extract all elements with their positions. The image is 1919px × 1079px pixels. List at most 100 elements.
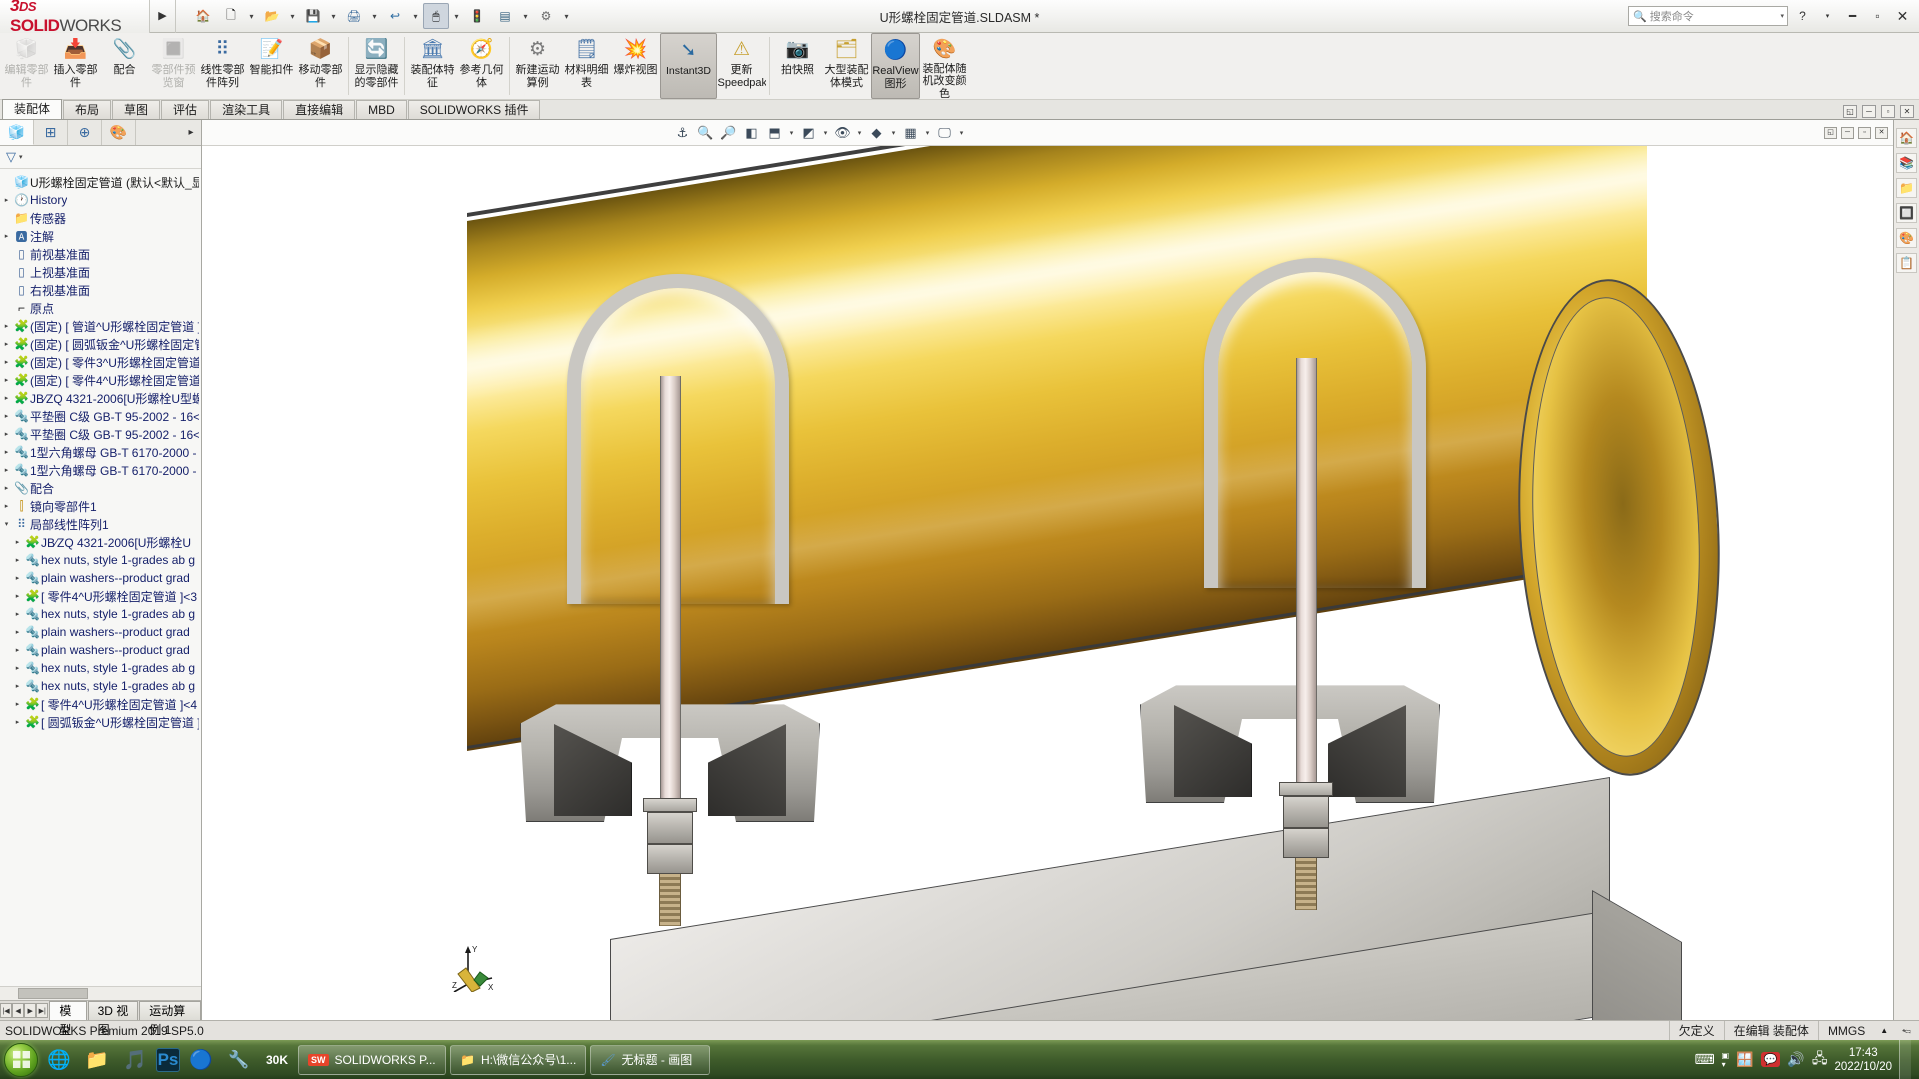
ribbon-move-component[interactable]: 📦 移动零部件 [296, 33, 345, 99]
ribbon-instant3d[interactable]: ➘ Instant3D [660, 33, 717, 99]
tab-layout[interactable]: 布局 [63, 100, 112, 119]
search-caret-icon[interactable]: ▾ [1780, 12, 1787, 20]
units-caret-icon[interactable]: ▲ [1874, 1021, 1894, 1041]
zoom-area-icon[interactable]: 🔍 [695, 122, 716, 143]
hide-show-caret-icon[interactable]: ▾ [855, 129, 864, 137]
menu-expand-arrow[interactable]: ▶ [150, 0, 176, 33]
tree-toggle-icon[interactable]: ▸ [0, 340, 13, 348]
tree-toggle-icon[interactable]: ▸ [0, 394, 13, 402]
maximize-button[interactable]: ▫ [1867, 6, 1888, 27]
taskbar-item-solidworks[interactable]: SW SOLIDWORKS P... [298, 1044, 446, 1075]
bottom-tab-motion-study[interactable]: 运动算例 1 [139, 1001, 202, 1037]
rebuild-icon[interactable]: 🚦 [464, 3, 490, 29]
tab-sketch[interactable]: 草图 [112, 100, 161, 119]
tree-item[interactable]: ▸ 📎 配合 [0, 479, 201, 497]
save-caret-icon[interactable]: ▾ [328, 12, 339, 21]
status-units[interactable]: MMGS [1817, 1020, 1874, 1041]
ribbon-realview-graphics[interactable]: 🔵 RealView图形 [871, 33, 920, 99]
tree-toggle-icon[interactable]: ▸ [11, 574, 24, 582]
tree-toggle-icon[interactable]: ▸ [11, 664, 24, 672]
tool-icon[interactable]: 🔧 [222, 1044, 256, 1076]
photoshop-icon[interactable]: Ps [156, 1047, 180, 1072]
tree-toggle-icon[interactable]: ▸ [11, 610, 24, 618]
tree-toggle-icon[interactable]: ▸ [0, 430, 13, 438]
tree-toggle-icon[interactable]: ▸ [0, 448, 13, 456]
show-desktop-button[interactable] [1899, 1040, 1911, 1079]
undo-icon[interactable]: ↩ [382, 3, 408, 29]
editor-icon[interactable]: 🖘 [1894, 1021, 1919, 1041]
tree-toggle-icon[interactable]: ▸ [11, 700, 24, 708]
tab-render-tools[interactable]: 渲染工具 [210, 100, 283, 119]
tree-item[interactable]: ▸ 🔩 plain washers--product grad [0, 623, 201, 641]
apply-scene-icon[interactable]: ▦ [900, 122, 921, 143]
new-doc-caret-icon[interactable]: ▾ [246, 12, 257, 21]
pane-expand-icon[interactable]: ▸ [181, 120, 201, 145]
ribbon-edit-component[interactable]: 🧊 编辑零部件 [2, 33, 51, 99]
filter-caret-icon[interactable]: ▾ [19, 153, 23, 161]
file-explorer-icon[interactable]: 📁 [1896, 178, 1917, 198]
volume-icon[interactable]: 🔊 [1787, 1051, 1804, 1068]
ribbon-large-assembly-mode[interactable]: 🗂 大型装配体模式 [822, 33, 871, 99]
browser-icon[interactable]: 🔵 [184, 1044, 218, 1076]
select-caret-icon[interactable]: ▾ [451, 12, 462, 21]
tree-item[interactable]: ▸🧩(固定) [ 圆弧钣金^U形螺栓固定管道 [0, 335, 201, 353]
new-doc-icon[interactable]: 🗋 [218, 3, 244, 29]
taskbar-clock[interactable]: 17:43 2022/10/20 [1834, 1046, 1892, 1074]
tree-toggle-icon[interactable]: ▸ [0, 232, 13, 240]
tree-toggle-icon[interactable]: ▸ [11, 556, 24, 564]
search-input[interactable]: 🔍 搜索命令 ▾ [1628, 6, 1788, 26]
custom-properties-icon[interactable]: 📋 [1896, 253, 1917, 273]
ribbon-bill-of-materials[interactable]: 🗒 材料明细表 [562, 33, 611, 99]
last-tab-icon[interactable]: ▶| [36, 1003, 49, 1018]
ie-icon[interactable]: 🌐 [42, 1044, 76, 1076]
start-button[interactable] [4, 1042, 38, 1077]
minimize-button[interactable]: ━ [1842, 6, 1863, 27]
tree-toggle-icon[interactable]: ▸ [0, 502, 13, 510]
tree-item[interactable]: ▸ 🧩 JB∕ZQ 4321-2006[U形螺栓U型螺 [0, 389, 201, 407]
keyboard-icon[interactable]: ⌨ [1694, 1051, 1714, 1068]
edit-appearance-icon[interactable]: ◆ [866, 122, 887, 143]
maximize-doc-icon[interactable]: ▫ [1881, 105, 1895, 118]
tree-item[interactable]: ▸ 🧩[ 零件4^U形螺栓固定管道 ]<4 [0, 695, 201, 713]
tree-item[interactable]: ▸ 🕐 History [0, 191, 201, 209]
hide-show-icon[interactable]: 👁 [832, 122, 853, 143]
bottom-tab-3dviews[interactable]: 3D 视图 [87, 1001, 139, 1037]
solidworks-resources-icon[interactable]: 🏠 [1896, 128, 1917, 148]
tree-item[interactable]: ▸ 🔩 hex nuts, style 1-grades ab g [0, 659, 201, 677]
tree-item[interactable]: ▸ 🔩 plain washers--product grad [0, 641, 201, 659]
help-icon[interactable]: ? [1792, 6, 1813, 27]
tree-item[interactable]: ▸ 🧩 (固定) [ 管道^U形螺栓固定管道 ]< [0, 317, 201, 335]
view-palette-icon[interactable]: 🔲 [1896, 203, 1917, 223]
home-icon[interactable]: 🏠 [190, 3, 216, 29]
first-tab-icon[interactable]: |◀ [0, 1003, 13, 1018]
ribbon-component-preview[interactable]: 🔳 零部件预览窗 [149, 33, 198, 99]
options-icon[interactable]: ▤ [492, 3, 518, 29]
tab-solidworks-addins[interactable]: SOLIDWORKS 插件 [407, 100, 541, 119]
tree-item[interactable]: ▾ ⠿ 局部线性阵列1 [0, 515, 201, 533]
view-settings-icon[interactable]: 🖵 [934, 122, 955, 143]
display-manager-icon[interactable]: 🎨 [102, 120, 136, 145]
close-graphics-icon[interactable]: ✕ [1875, 126, 1888, 139]
tree-item[interactable]: ▸ 🔩 平垫圈 C级 GB-T 95-2002 - 16<2 [0, 425, 201, 443]
tree-root-item[interactable]: 🧊 U形螺栓固定管道 (默认<默认_显示状态 [0, 173, 201, 191]
tree-toggle-icon[interactable]: ▾ [0, 520, 13, 528]
tree-item[interactable]: ▸ 🧩 (固定) [ 零件4^U形螺栓固定管道 ] [0, 371, 201, 389]
restore-doc-icon[interactable]: ◱ [1843, 105, 1857, 118]
undo-caret-icon[interactable]: ▾ [410, 12, 421, 21]
tree-item[interactable]: ▸ 🔩 hex nuts, style 1-grades ab g [0, 605, 201, 623]
ribbon-reference-geometry[interactable]: 🧭 参考几何体 [457, 33, 506, 99]
ribbon-update-speedpak[interactable]: ⚠ 更新Speedpak [717, 33, 766, 99]
network-icon[interactable]: 🖧 [1812, 1048, 1828, 1072]
tab-mbd[interactable]: MBD [356, 100, 407, 119]
tree-item[interactable]: ▸ 🧩 JB∕ZQ 4321-2006[U形螺栓U [0, 533, 201, 551]
tab-evaluate[interactable]: 评估 [161, 100, 210, 119]
close-button[interactable]: ✕ [1892, 6, 1913, 27]
restore-graphics-icon[interactable]: ◱ [1824, 126, 1837, 139]
tree-item[interactable]: ⌐ 原点 [0, 299, 201, 317]
taskbar-item-folder[interactable]: 📁 H:\微信公众号\1... [450, 1044, 587, 1075]
tree-horizontal-scrollbar[interactable] [0, 986, 201, 1000]
options-caret-icon[interactable]: ▾ [520, 12, 531, 21]
ribbon-assembly-features[interactable]: 🏛 装配体特征 [408, 33, 457, 99]
minimize-doc-icon[interactable]: ─ [1862, 105, 1876, 118]
zoom-to-fit-icon[interactable]: ⚓ [672, 122, 693, 143]
